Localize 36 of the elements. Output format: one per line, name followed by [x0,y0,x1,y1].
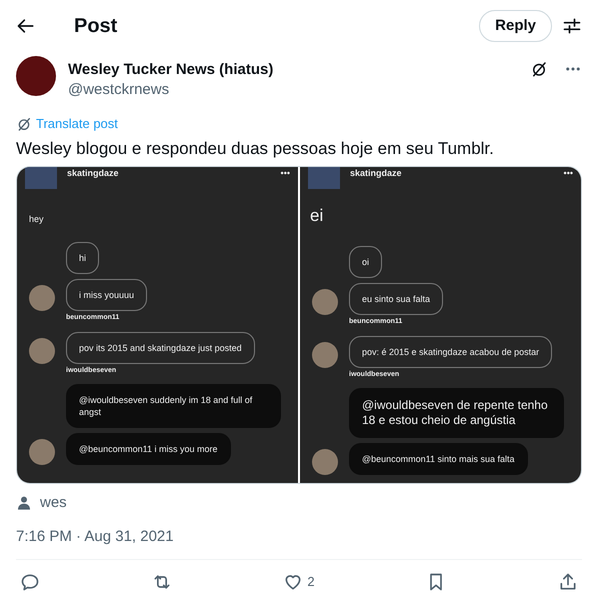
message-bubble: hi [66,242,100,274]
message-bubble: @beuncommon11 sinto mais sua falta [349,443,528,475]
author-handle[interactable]: @westckrnews [68,80,274,100]
message-bubble: pov: é 2015 e skatingdaze acabou de postar [349,336,552,368]
message-bubble: i miss youuuu [66,279,148,311]
timestamp[interactable]: 7:16 PM · Aug 31, 2021 [16,526,582,548]
heart-icon [283,572,304,592]
reply-button[interactable]: Reply [479,10,552,42]
message-bubble: @iwouldbeseven de repente tenho 18 e estou cheio de angústia [349,388,564,438]
share-icon[interactable] [558,572,578,592]
avatar[interactable] [16,56,56,96]
author-name[interactable]: Wesley Tucker News (hiatus) [68,60,274,80]
like-button[interactable]: 2 [283,572,315,592]
more-icon: ••• [564,166,573,180]
message-bubble: eu sinto sua falta [349,283,444,315]
slashed-circle-icon [16,116,32,132]
message-bubble: @iwouldbeseven suddenly im 18 and full of angst [66,384,281,428]
tagged-user[interactable]: wes [40,492,67,514]
reply-icon[interactable] [20,572,40,592]
slashed-circle-icon[interactable] [530,60,548,78]
blog-name: skatingdaze [350,166,402,180]
more-icon: ••• [280,166,290,180]
like-count: 2 [307,573,315,592]
post-body: ei [310,204,324,226]
message-bubble: oi [349,246,382,278]
message-bubble: @beuncommon11 i miss you more [66,433,231,465]
post-text: Wesley blogou e respondeu duas pessoas hoje em seu Tumblr. [16,138,495,160]
blog-name: skatingdaze [67,166,119,180]
page-title: Post [74,14,118,39]
blog-avatar [25,166,57,188]
person-icon [16,494,32,511]
screenshot-panel[interactable] [300,166,581,482]
message-bubble: pov its 2015 and skatingdaze just posted [66,332,255,364]
blog-avatar [308,166,340,188]
sliders-icon[interactable] [562,16,582,36]
post-body: hey [29,212,45,226]
